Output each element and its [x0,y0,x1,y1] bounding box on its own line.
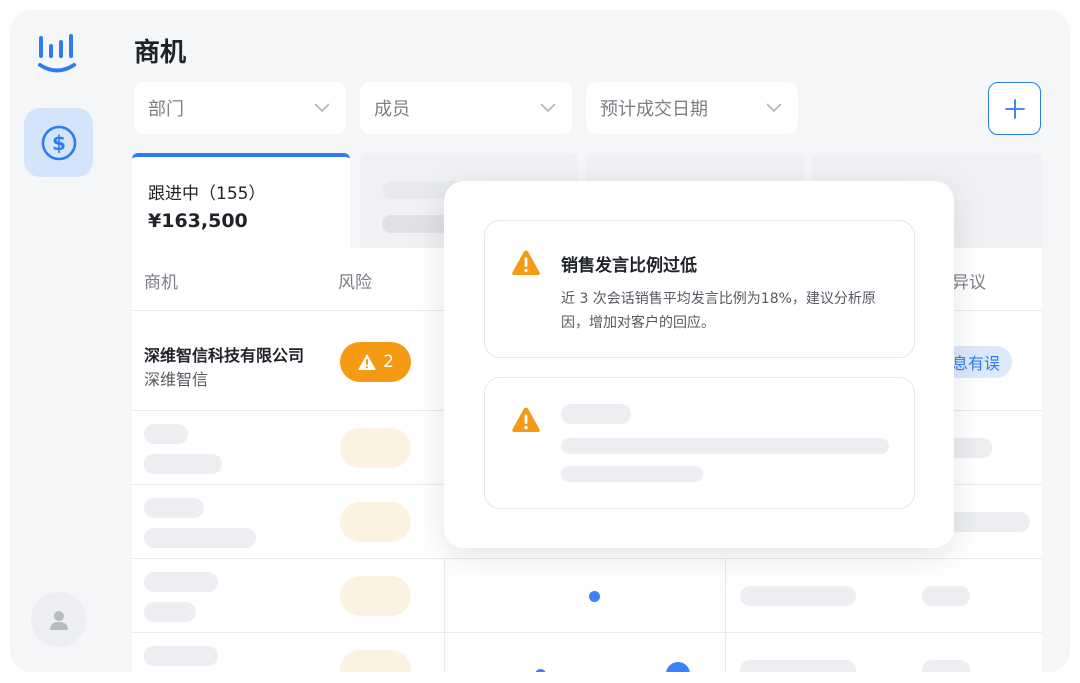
chevron-down-icon [766,103,782,113]
company-name: 深维智信科技有限公司 [144,346,305,365]
skeleton-bar [144,498,204,518]
bar-chart-smile-icon[interactable] [36,32,82,76]
skeleton-bar [740,660,856,672]
warning-triangle-icon [358,354,377,370]
add-button[interactable] [988,82,1041,135]
skeleton-bar [942,512,1030,532]
divider [132,558,1042,559]
skeleton-bar [922,660,970,672]
nav-item-opportunities[interactable]: $ [24,108,93,177]
risk-count: 2 [383,352,394,372]
popover-arrow [427,352,445,376]
avatar[interactable] [31,592,86,647]
chevron-down-icon [540,103,556,113]
filter-member[interactable]: 成员 [360,82,572,134]
risk-alert-card[interactable]: 销售发言比例过低 近 3 次会话销售平均发言比例为18%，建议分析原因，增加对客… [484,220,915,358]
tab-amount: ¥163,500 [148,210,248,232]
skeleton-badge [340,576,411,616]
skeleton-bar [561,438,889,454]
svg-text:$: $ [52,131,66,155]
chevron-down-icon [314,103,330,113]
indicator-dot [666,662,690,672]
tab-title: 跟进中（155） [148,184,266,204]
dollar-circle-icon: $ [41,125,76,160]
skeleton-bar [740,586,856,606]
sidebar: $ [10,10,106,672]
warning-triangle-icon [512,407,540,432]
column-header-risk: 风险 [338,273,372,293]
filter-close-date[interactable]: 预计成交日期 [586,82,798,134]
filter-close-date-label: 预计成交日期 [600,99,708,120]
skeleton-bar [144,528,256,548]
divider [132,632,1042,633]
skeleton-bar [144,646,218,666]
skeleton-badge [340,650,411,672]
company-short-name: 深维智信 [144,370,209,389]
warning-triangle-icon [512,250,540,275]
risk-badge[interactable]: 2 [340,342,411,382]
plus-icon [1004,98,1025,119]
filter-member-label: 成员 [374,99,410,120]
user-icon [49,610,68,630]
skeleton-badge [340,428,411,468]
alert-title: 销售发言比例过低 [561,256,697,276]
skeleton-bar [144,454,222,474]
risk-alert-card-placeholder[interactable] [484,377,915,509]
page-title: 商机 [134,38,187,68]
skeleton-badge [340,502,411,542]
alert-description: 近 3 次会话销售平均发言比例为18%，建议分析原因，增加对客户的回应。 [561,291,876,331]
skeleton-bar [144,572,218,592]
tab-following-up[interactable]: 跟进中（155） ¥163,500 [132,153,350,253]
indicator-dot [589,591,600,602]
filter-department-label: 部门 [148,99,184,120]
skeleton-bar [144,424,188,444]
divider [444,558,445,672]
filter-department[interactable]: 部门 [134,82,346,134]
risk-popover: 销售发言比例过低 近 3 次会话销售平均发言比例为18%，建议分析原因，增加对客… [444,181,954,548]
divider [725,558,726,672]
skeleton-bar [144,602,196,622]
skeleton-bar [561,404,631,424]
skeleton-bar [561,466,703,482]
column-header-opportunity: 商机 [144,273,178,293]
indicator-dot [535,669,546,672]
skeleton-bar [922,586,970,606]
column-header-objection: 异议 [952,273,986,293]
